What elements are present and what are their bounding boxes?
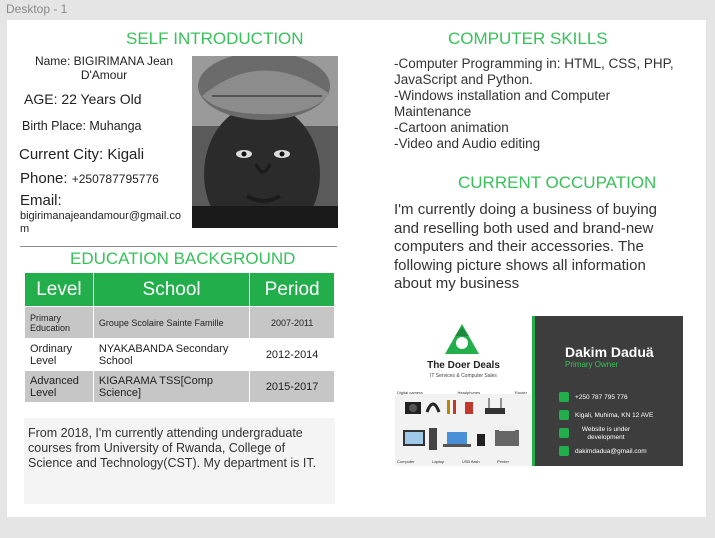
cell-school: NYAKABANDA Secondary School	[92, 338, 251, 371]
self-intro-title: SELF INTRODUCTION	[126, 29, 304, 48]
table-row: Ordinary Level NYAKABANDA Secondary Scho…	[24, 338, 335, 371]
intro-phone: Phone: +250787795776	[20, 170, 159, 187]
product-images	[395, 394, 532, 466]
table-header-row: Level School Period	[24, 272, 335, 307]
occupation-text: I'm currently doing a business of buying…	[394, 201, 658, 292]
card-phone: +250 787 795 776	[575, 394, 628, 401]
education-note: From 2018, I'm currently attending under…	[24, 418, 335, 504]
card-owner-role: Primary Owner	[565, 360, 619, 369]
header-level: Level	[24, 272, 94, 307]
location-icon	[559, 410, 569, 420]
occupation-title: CURRENT OCCUPATION	[458, 173, 657, 192]
cell-school: Groupe Scolaire Sainte Famille	[92, 306, 251, 339]
table-row: Primary Education Groupe Scolaire Sainte…	[24, 306, 335, 339]
product-label: Router	[514, 390, 527, 395]
skill-item: -Computer Programming in: HTML, CSS, PHP…	[394, 56, 674, 87]
intro-age: AGE: 22 Years Old	[24, 91, 142, 107]
skills-list: -Computer Programming in: HTML, CSS, PHP…	[394, 56, 674, 152]
product-label: USB flash	[461, 459, 480, 464]
product-label: Laptop	[432, 459, 445, 464]
cell-level: Advanced Level	[24, 370, 94, 403]
email-label: Email:	[20, 192, 62, 209]
intro-current-city: Current City: Kigali	[19, 146, 145, 163]
skill-item: -Video and Audio editing	[394, 136, 541, 151]
intro-birth-place: Birth Place: Muhanga	[22, 119, 142, 133]
header-period: Period	[249, 272, 335, 307]
cell-school: KIGARAMA TSS[Comp Science]	[92, 370, 251, 403]
product-labels-top: Digital camera Headphones Router	[397, 390, 527, 395]
skills-title: COMPUTER SKILLS	[448, 29, 608, 48]
card-address: Kigali, Muhima, KN 12 AVE	[575, 412, 654, 419]
card-website: Website is under development	[581, 426, 631, 441]
mail-icon	[559, 446, 569, 456]
section-divider	[20, 246, 337, 247]
header-school: School	[92, 272, 251, 307]
product-label: Printer	[497, 459, 509, 464]
phone-icon	[559, 392, 569, 402]
skill-item: -Windows installation and Computer Maint…	[394, 88, 611, 119]
card-owner-name: Dakim Daduä	[565, 344, 654, 360]
cell-period: 2012-2014	[249, 338, 335, 371]
doer-deals-logo-icon	[445, 324, 479, 354]
intro-name: Name: BIGIRIMANA Jean D'Amour	[34, 54, 174, 82]
education-title: EDUCATION BACKGROUND	[70, 249, 296, 268]
globe-icon	[559, 428, 569, 438]
education-table: Level School Period Primary Education Gr…	[24, 272, 335, 403]
frame-label: Desktop - 1	[6, 2, 68, 16]
product-label: Computer	[397, 459, 415, 464]
table-row: Advanced Level KIGARAMA TSS[Comp Science…	[24, 370, 335, 403]
product-label: Digital camera	[397, 390, 423, 395]
product-labels: Computer Laptop USB flash Printer	[397, 459, 509, 464]
email-value: bigirimanajeandamour@gmail.com	[20, 210, 181, 235]
card-back: Dakim Daduä Primary Owner +250 787 795 7…	[532, 316, 683, 466]
profile-photo	[192, 56, 338, 228]
cell-level: Primary Education	[24, 306, 94, 339]
phone-value: +250787795776	[71, 172, 159, 186]
card-email: dakimdadua@gmail.com	[575, 448, 647, 455]
skill-item: -Cartoon animation	[394, 120, 509, 135]
cell-period: 2015-2017	[249, 370, 335, 403]
phone-label: Phone:	[20, 170, 72, 187]
card-brand: The Doer Deals	[427, 360, 500, 371]
cell-period: 2007-2011	[249, 306, 335, 339]
product-label: Headphones	[457, 390, 481, 395]
card-tagline: IT Services & Computer Sales	[430, 373, 497, 379]
cell-level: Ordinary Level	[24, 338, 94, 371]
